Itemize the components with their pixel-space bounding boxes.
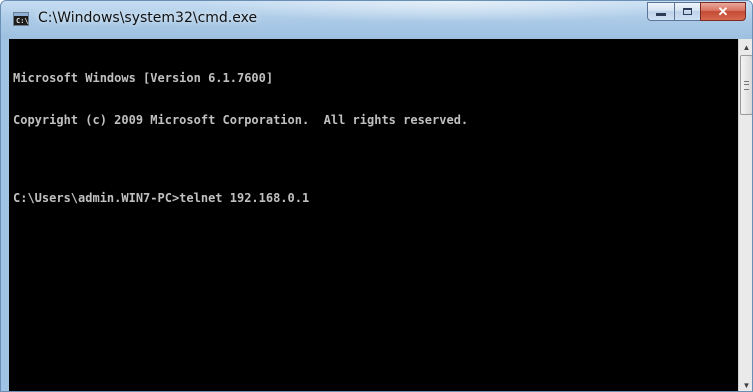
cmd-window: C:\ C:\Windows\system32\cmd.exe ✕ Micros… bbox=[0, 0, 753, 392]
scroll-down-arrow-icon[interactable]: ▼ bbox=[739, 377, 752, 391]
console-line-command: C:\Users\admin.WIN7-PC>telnet 192.168.0.… bbox=[13, 191, 310, 205]
close-icon: ✕ bbox=[717, 3, 729, 19]
maximize-button[interactable] bbox=[674, 2, 700, 21]
minimize-button[interactable] bbox=[647, 2, 674, 21]
window-title: C:\Windows\system32\cmd.exe bbox=[38, 10, 258, 26]
console-output[interactable]: Microsoft Windows [Version 6.1.7600] Cop… bbox=[9, 39, 738, 391]
maximize-icon bbox=[683, 8, 692, 15]
vertical-scrollbar[interactable]: ▲ ▼ bbox=[738, 39, 752, 391]
minimize-icon bbox=[656, 13, 666, 16]
close-button[interactable]: ✕ bbox=[700, 2, 746, 21]
console-line-version: Microsoft Windows [Version 6.1.7600] bbox=[13, 71, 274, 85]
console-line-copyright: Copyright (c) 2009 Microsoft Corporation… bbox=[13, 113, 469, 127]
caption-buttons: ✕ bbox=[647, 2, 746, 22]
scroll-up-arrow-icon[interactable]: ▲ bbox=[739, 39, 752, 55]
scroll-thumb[interactable] bbox=[740, 55, 752, 115]
title-bar[interactable]: C:\ C:\Windows\system32\cmd.exe ✕ bbox=[1, 1, 752, 39]
cmd-icon[interactable]: C:\ bbox=[13, 12, 29, 26]
